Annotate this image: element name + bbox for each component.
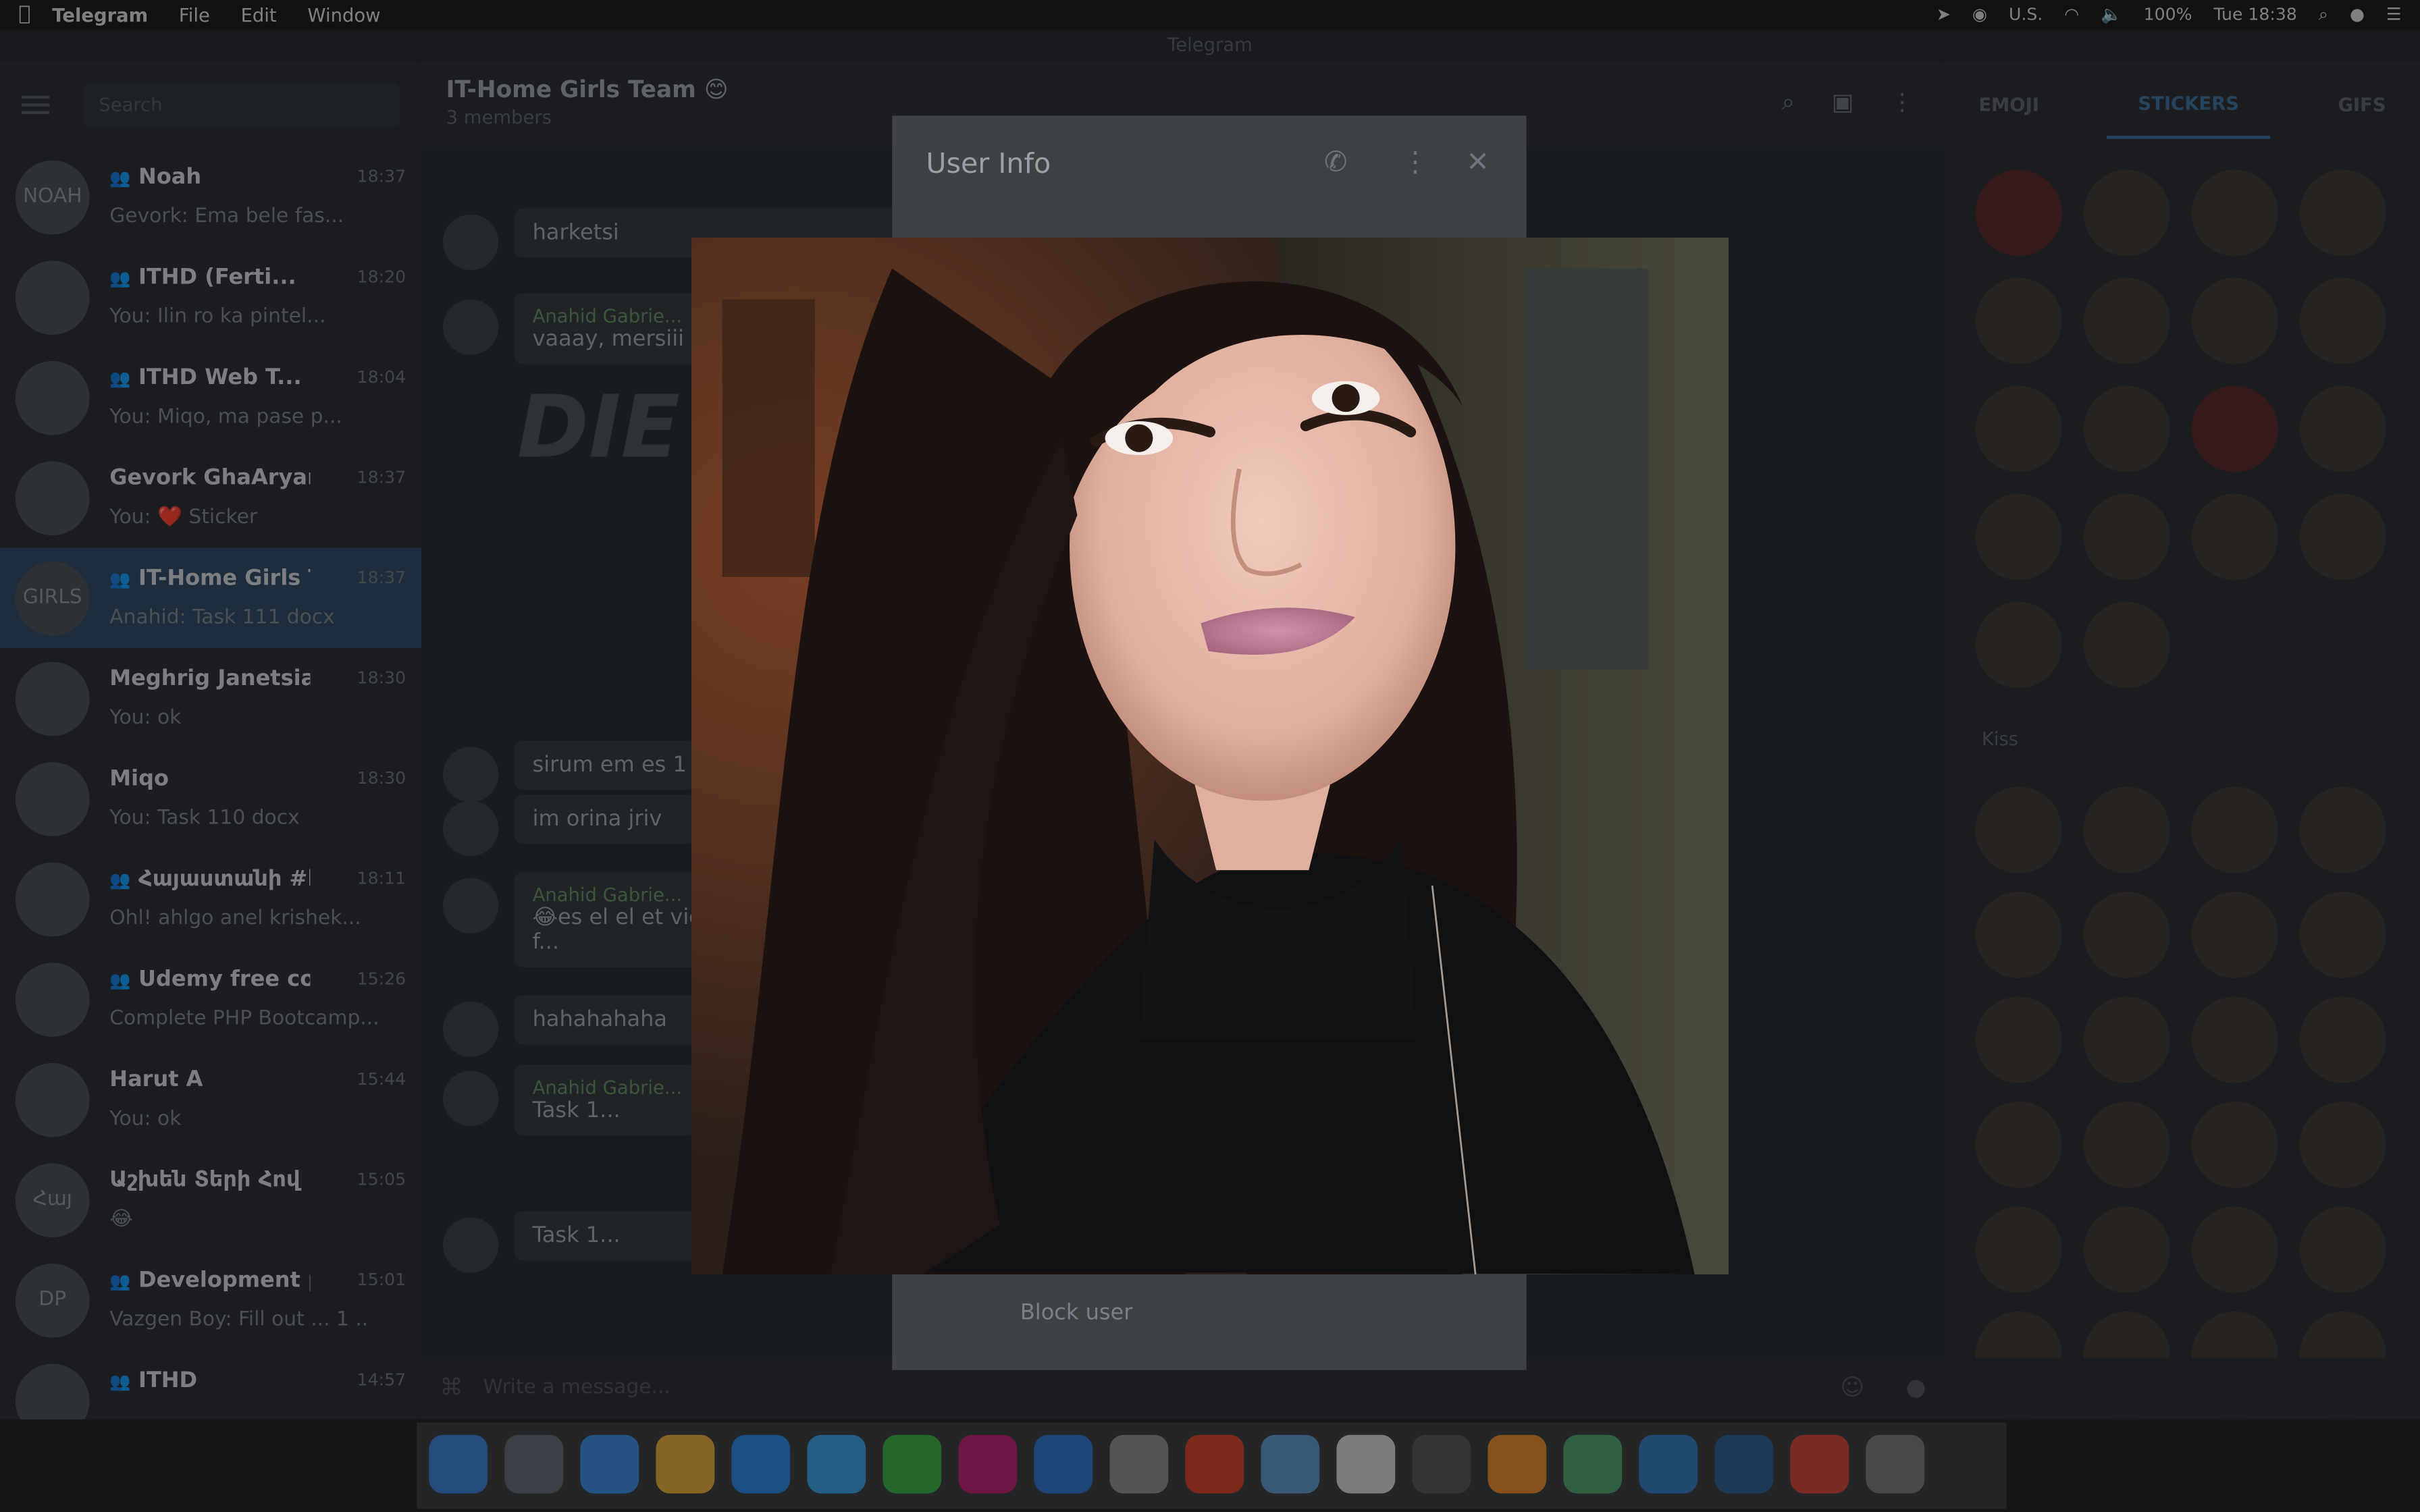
block-user-button[interactable]: Block user [1020, 1301, 1133, 1326]
user-info-header: User Info ✆ ⋮ ✕ [892, 115, 1526, 217]
profile-photo [691, 237, 1729, 1274]
screen:  Telegram File Edit Window ➤ ◉ U.S. ◠ 🔈… [0, 0, 2420, 1512]
profile-photo-viewer[interactable] [691, 237, 1729, 1274]
more-vertical-icon[interactable]: ⋮ [1401, 146, 1429, 179]
close-icon[interactable]: ✕ [1466, 146, 1489, 179]
dialog-title: User Info [926, 148, 1051, 181]
phone-icon[interactable]: ✆ [1324, 146, 1347, 179]
